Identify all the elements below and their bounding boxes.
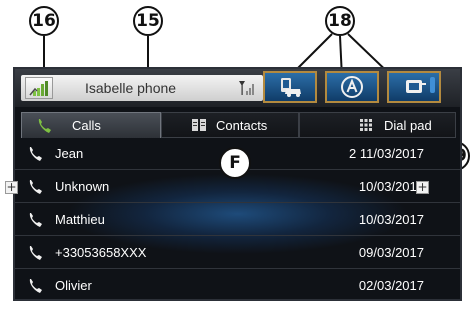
call-name: Matthieu bbox=[55, 212, 105, 227]
tab-bar: Calls Contacts Dial pad bbox=[15, 112, 460, 138]
call-name: Jean bbox=[55, 146, 84, 161]
call-row[interactable]: +33053658XXX 09/03/2017 bbox=[15, 237, 460, 269]
call-date: 09/03/2017 bbox=[358, 245, 424, 260]
a-circle-icon bbox=[341, 76, 363, 98]
tab-contacts-label: Contacts bbox=[216, 117, 268, 133]
phone-signal-icon bbox=[29, 81, 48, 96]
tab-calls[interactable]: Calls bbox=[21, 112, 161, 138]
tab-calls-label: Calls bbox=[72, 118, 101, 133]
right-plus-button[interactable]: + bbox=[416, 181, 429, 194]
call-handset-icon bbox=[29, 279, 42, 293]
phone-status-bar[interactable]: Isabelle phone bbox=[21, 75, 263, 101]
phone-transfer-icon bbox=[406, 80, 426, 93]
call-date: 10/03/2017 bbox=[358, 179, 424, 194]
phone-menu-button[interactable] bbox=[25, 77, 53, 99]
tab-dial-pad-label: Dial pad bbox=[384, 117, 432, 133]
call-row[interactable]: Matthieu 10/03/2017 bbox=[15, 204, 460, 236]
call-handset-icon bbox=[29, 213, 42, 227]
call-handset-icon bbox=[29, 147, 42, 161]
a-button[interactable] bbox=[325, 71, 379, 103]
connected-phone-name: Isabelle phone bbox=[85, 80, 177, 96]
call-name: +33053658XXX bbox=[55, 245, 147, 260]
call-name: Olivier bbox=[55, 278, 92, 293]
dial-pad-icon bbox=[360, 119, 372, 131]
call-date: 2 11/03/2017 bbox=[349, 146, 424, 161]
call-name: Unknown bbox=[55, 179, 110, 194]
call-date: 02/03/2017 bbox=[358, 278, 424, 293]
call-date: 10/03/2017 bbox=[358, 212, 424, 227]
phone-car-icon bbox=[281, 78, 301, 97]
tab-dial-pad[interactable]: Dial pad bbox=[299, 112, 456, 138]
call-row[interactable]: Olivier 02/03/2017 bbox=[15, 270, 460, 299]
signal-strength-icon bbox=[239, 81, 254, 95]
top-bar: Isabelle phone bbox=[15, 69, 460, 107]
phone-screen: Isabelle phone Calls Contacts Dial pad J… bbox=[13, 67, 462, 301]
tab-contacts[interactable]: Contacts bbox=[161, 112, 299, 138]
call-handset-icon bbox=[29, 180, 42, 194]
left-plus-button[interactable]: + bbox=[5, 181, 18, 194]
scrollbar-thumb[interactable] bbox=[430, 77, 435, 93]
calls-handset-icon bbox=[38, 119, 51, 133]
zone-f-marker: F bbox=[219, 147, 251, 179]
contacts-book-icon bbox=[192, 119, 206, 131]
call-handset-icon bbox=[29, 246, 42, 260]
phone-car-button[interactable] bbox=[263, 71, 317, 103]
